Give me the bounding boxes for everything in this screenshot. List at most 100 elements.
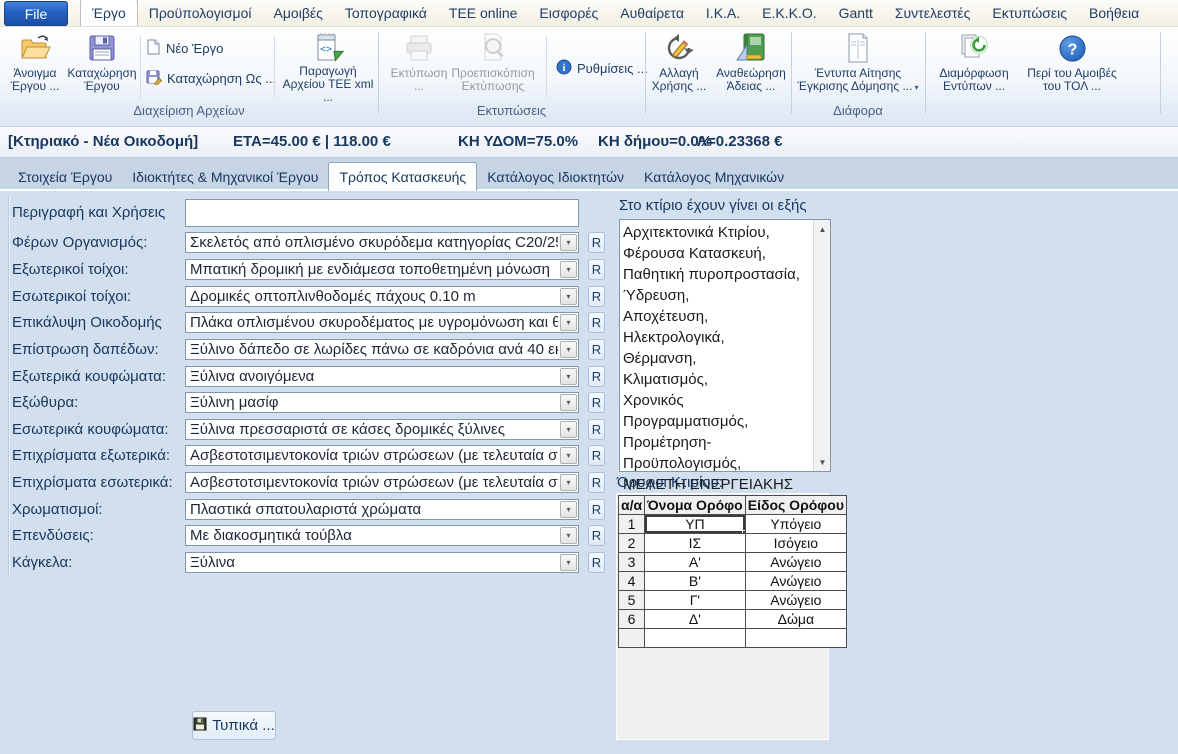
row-number-cell[interactable]: 6 bbox=[619, 610, 645, 629]
list-item[interactable]: Ύδρευση, bbox=[623, 285, 810, 306]
list-item[interactable]: Ηλεκτρολογικά, bbox=[623, 327, 810, 348]
combobox-dropdown-button[interactable]: ▾ bbox=[560, 554, 577, 571]
combobox-dropdown-button[interactable]: ▾ bbox=[560, 474, 577, 491]
floor-kind-cell[interactable]: Υπόγειο bbox=[745, 515, 846, 534]
list-scrollbar[interactable]: ▲ ▼ bbox=[813, 220, 830, 471]
epixrismata-esoterika-combobox[interactable]: Ασβεστοτσιμεντοκονία τριών στρώσεων (με … bbox=[185, 472, 579, 493]
floor-kind-cell[interactable]: Ανώγειο bbox=[745, 591, 846, 610]
combobox-dropdown-button[interactable]: ▾ bbox=[560, 341, 577, 358]
floor-kind-cell[interactable]: Ισόγειο bbox=[745, 534, 846, 553]
row-number-cell[interactable]: 1 bbox=[619, 515, 645, 534]
ribbon-tab-amoibes[interactable]: Αμοιβές bbox=[263, 0, 334, 26]
about-button[interactable]: ? Περί του Αμοιβές του ΤΟΛ ... bbox=[1022, 31, 1122, 103]
print-button[interactable]: Εκτύπωση ... bbox=[392, 31, 446, 103]
reset-button[interactable]: R bbox=[588, 472, 605, 493]
reset-button[interactable]: R bbox=[588, 499, 605, 520]
open-project-button[interactable]: Άνοιγμα Έργου ... bbox=[6, 31, 64, 103]
floor-name-cell[interactable]: ΙΣ bbox=[645, 534, 746, 553]
esoterikoi-toixoi-combobox[interactable]: Δρομικές οπτοπλινθοδομές πάχους 0.10 m ▾ bbox=[185, 286, 579, 307]
combobox-dropdown-button[interactable]: ▾ bbox=[560, 261, 577, 278]
floor-name-cell[interactable]: Β' bbox=[645, 572, 746, 591]
ribbon-tab-tee-online[interactable]: ΤΕΕ online bbox=[438, 0, 528, 26]
settings-button[interactable]: i Ρυθμίσεις ... bbox=[556, 57, 648, 79]
floor-name-cell[interactable]: Α' bbox=[645, 553, 746, 572]
exothyra-combobox[interactable]: Ξύλινη μασίφ ▾ bbox=[185, 392, 579, 413]
epikalypsi-oikodomis-combobox[interactable]: Πλάκα οπλισμένου σκυροδέματος με υγρομόν… bbox=[185, 312, 579, 333]
ribbon-tab-syntelestes[interactable]: Συντελεστές bbox=[884, 0, 981, 26]
tab-katalogos-mixanikon[interactable]: Κατάλογος Μηχανικών bbox=[634, 164, 794, 191]
exoterikoi-toixoi-combobox[interactable]: Μπατική δρομική με ενδιάμεσα τοποθετημέν… bbox=[185, 259, 579, 280]
combobox-dropdown-button[interactable]: ▾ bbox=[560, 234, 577, 251]
epistrosi-dapedon-combobox[interactable]: Ξύλινο δάπεδο σε λωρίδες πάνω σε καδρόνι… bbox=[185, 339, 579, 360]
list-item[interactable]: Θέρμανση, bbox=[623, 348, 810, 369]
new-project-button[interactable]: Νέο Έργο bbox=[146, 37, 223, 59]
floor-name-cell[interactable]: ΥΠ bbox=[645, 515, 746, 534]
tab-stoixeia-ergou[interactable]: Στοιχεία Έργου bbox=[8, 164, 122, 191]
print-preview-button[interactable]: Προεπισκόπιση Εκτύπωσης bbox=[448, 31, 538, 103]
reset-button[interactable]: R bbox=[588, 552, 605, 573]
ribbon-tab-topografika[interactable]: Τοπογραφικά bbox=[334, 0, 438, 26]
scroll-down-icon[interactable]: ▼ bbox=[814, 454, 831, 470]
combobox-dropdown-button[interactable]: ▾ bbox=[560, 527, 577, 544]
ribbon-tab-eisfores[interactable]: Εισφορές bbox=[528, 0, 609, 26]
floor-kind-cell[interactable]: Δώμα bbox=[745, 610, 846, 629]
studies-listbox[interactable]: Αρχιτεκτονικά Κτιρίου, Φέρουσα Κατασκευή… bbox=[619, 219, 831, 472]
feron-organismos-combobox[interactable]: Σκελετός από οπλισμένο σκυρόδεμα κατηγορ… bbox=[185, 232, 579, 253]
ribbon-tab-boitheia[interactable]: Βοήθεια bbox=[1078, 0, 1150, 26]
list-item[interactable]: Παθητική πυροπροστασία, bbox=[623, 264, 810, 285]
application-forms-button[interactable]: Έντυπα Αίτησης Έγκρισης Δόμησης ...▾ bbox=[797, 31, 919, 103]
reset-button[interactable]: R bbox=[588, 392, 605, 413]
list-item[interactable]: Προμέτρηση-Προϋπολογισμός, bbox=[623, 432, 810, 474]
combobox-dropdown-button[interactable]: ▾ bbox=[560, 368, 577, 385]
ribbon-tab-authaireta[interactable]: Αυθαίρετα bbox=[609, 0, 695, 26]
typika-button[interactable]: Τυπικά ... bbox=[192, 711, 276, 740]
floor-kind-cell[interactable]: Ανώγειο bbox=[745, 553, 846, 572]
reset-button[interactable]: R bbox=[588, 525, 605, 546]
save-project-button[interactable]: Καταχώρηση Έργου bbox=[66, 31, 138, 103]
ribbon-tab-ergo[interactable]: Έργο bbox=[80, 0, 138, 26]
scroll-up-icon[interactable]: ▲ bbox=[814, 221, 831, 237]
combobox-dropdown-button[interactable]: ▾ bbox=[560, 501, 577, 518]
tab-katalogos-idioktiton[interactable]: Κατάλογος Ιδιοκτητών bbox=[477, 164, 634, 191]
combobox-dropdown-button[interactable]: ▾ bbox=[560, 394, 577, 411]
reset-button[interactable]: R bbox=[588, 366, 605, 387]
reset-button[interactable]: R bbox=[588, 445, 605, 466]
list-item[interactable]: Κλιματισμός, bbox=[623, 369, 810, 390]
license-revision-button[interactable]: Αναθεώρηση Άδειας ... bbox=[710, 31, 792, 103]
ependyseis-combobox[interactable]: Με διακοσμητικά τούβλα ▾ bbox=[185, 525, 579, 546]
floor-kind-cell[interactable] bbox=[745, 629, 846, 648]
ribbon-tab-gantt[interactable]: Gantt bbox=[828, 0, 884, 26]
esoterika-koufomata-combobox[interactable]: Ξύλινα πρεσσαριστά σε κάσες δρομικές ξύλ… bbox=[185, 419, 579, 440]
row-number-cell[interactable]: 3 bbox=[619, 553, 645, 572]
tab-idioktites-mixanikoi[interactable]: Ιδιοκτήτες & Μηχανικοί Έργου bbox=[122, 164, 328, 191]
row-number-cell[interactable]: 2 bbox=[619, 534, 645, 553]
list-item[interactable]: Αρχιτεκτονικά Κτιρίου, bbox=[623, 222, 810, 243]
row-number-cell[interactable]: 4 bbox=[619, 572, 645, 591]
floor-name-cell[interactable] bbox=[645, 629, 746, 648]
combobox-dropdown-button[interactable]: ▾ bbox=[560, 288, 577, 305]
row-number-cell[interactable]: 5 bbox=[619, 591, 645, 610]
save-as-button[interactable]: Καταχώρηση Ως ... bbox=[146, 67, 276, 89]
combobox-dropdown-button[interactable]: ▾ bbox=[560, 421, 577, 438]
list-item[interactable]: Φέρουσα Κατασκευή, bbox=[623, 243, 810, 264]
combobox-dropdown-button[interactable]: ▾ bbox=[560, 447, 577, 464]
ribbon-tab-proypologismoi[interactable]: Προϋπολογισμοί bbox=[138, 0, 263, 26]
list-item[interactable]: Αποχέτευση, bbox=[623, 306, 810, 327]
floor-name-cell[interactable]: Δ' bbox=[645, 610, 746, 629]
tab-tropos-kataskevis[interactable]: Τρόπος Κατασκευής bbox=[328, 162, 477, 191]
description-input[interactable] bbox=[185, 199, 579, 227]
combobox-dropdown-button[interactable]: ▾ bbox=[560, 314, 577, 331]
change-use-button[interactable]: Αλλαγή Χρήσης ... bbox=[650, 31, 708, 103]
exoterika-koufomata-combobox[interactable]: Ξύλινα ανοιγόμενα ▾ bbox=[185, 366, 579, 387]
ribbon-tab-ekko[interactable]: Ε.Κ.Κ.Ο. bbox=[751, 0, 827, 26]
reset-button[interactable]: R bbox=[588, 419, 605, 440]
file-menu-button[interactable]: File bbox=[4, 1, 68, 26]
epixrismata-exoterika-combobox[interactable]: Ασβεστοτσιμεντοκονία τριών στρώσεων (με … bbox=[185, 445, 579, 466]
ribbon-tab-ektyposeis[interactable]: Εκτυπώσεις bbox=[981, 0, 1078, 26]
reset-button[interactable]: R bbox=[588, 232, 605, 253]
kagkela-combobox[interactable]: Ξύλινα ▾ bbox=[185, 552, 579, 573]
list-item[interactable]: Χρονικός Προγραμματισμός, bbox=[623, 390, 810, 432]
reset-button[interactable]: R bbox=[588, 339, 605, 360]
xromatismoi-combobox[interactable]: Πλαστικά σπατουλαριστά χρώματα ▾ bbox=[185, 499, 579, 520]
reset-button[interactable]: R bbox=[588, 312, 605, 333]
